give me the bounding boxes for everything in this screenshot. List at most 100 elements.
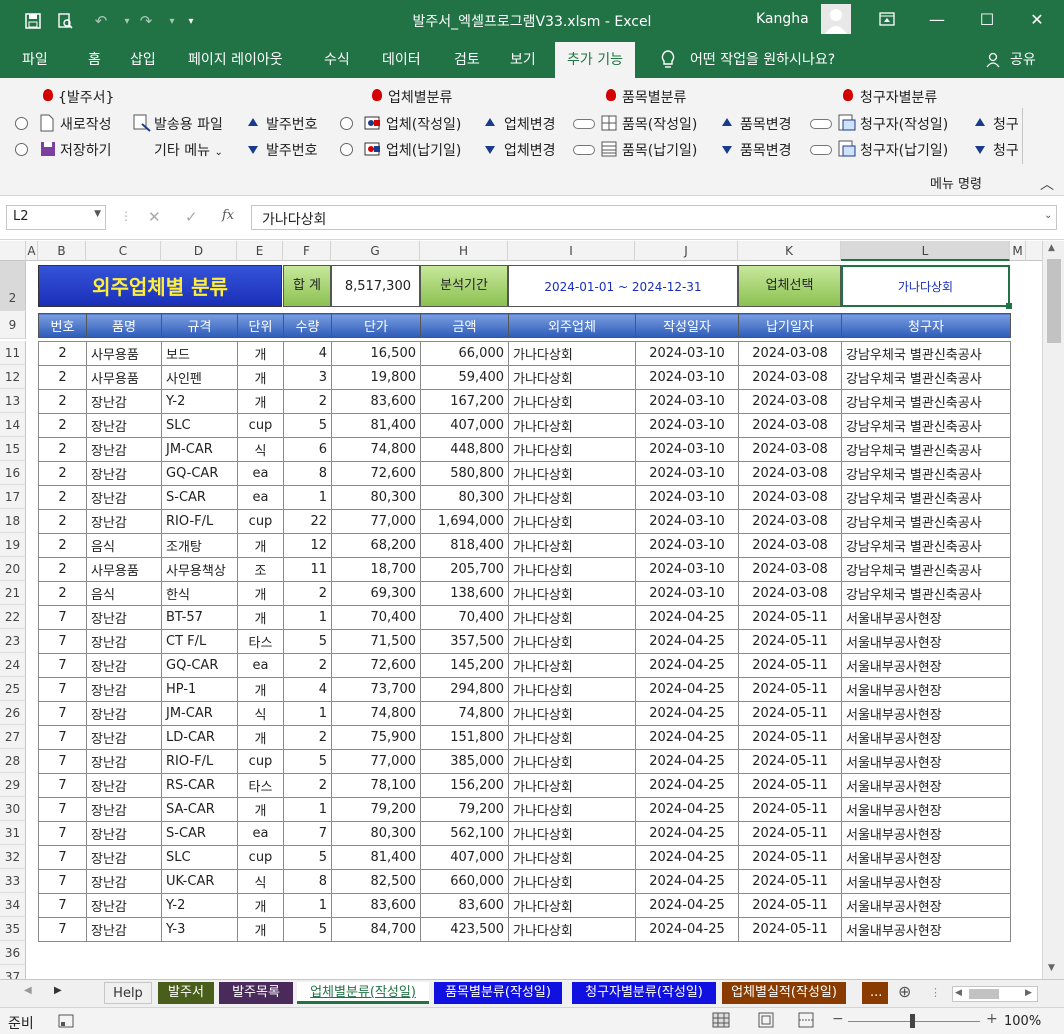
col-price[interactable]: 75,900 [331, 725, 421, 750]
col-qty[interactable]: 1 [283, 701, 332, 726]
col-qty[interactable]: 1 [283, 797, 332, 822]
col-no[interactable]: 2 [38, 437, 87, 462]
col-spec[interactable]: GQ-CAR [161, 653, 238, 678]
col-price[interactable]: 79,200 [331, 797, 421, 822]
col-requester[interactable]: 서울내부공사현장 [841, 869, 1011, 894]
col-qty[interactable]: 2 [283, 773, 332, 798]
col-amount[interactable]: 1,694,000 [420, 509, 509, 534]
col-item-name[interactable]: 음식 [86, 533, 162, 558]
col-unit[interactable]: 개 [237, 677, 284, 702]
tab-home[interactable]: 홈 [84, 42, 105, 78]
vendor-change-desc-button[interactable]: 업체변경 [504, 140, 556, 160]
order-no-asc-button[interactable]: 발주번호 [266, 114, 318, 134]
col-requester[interactable]: 서울내부공사현장 [841, 749, 1011, 774]
radio-vendor-due[interactable] [340, 143, 353, 156]
col-written-date[interactable]: 2024-03-10 [635, 509, 739, 534]
col-requester[interactable]: 서울내부공사현장 [841, 725, 1011, 750]
col-price[interactable]: 77,000 [331, 509, 421, 534]
col-requester[interactable]: 서울내부공사현장 [841, 821, 1011, 846]
col-unit[interactable]: 개 [237, 725, 284, 750]
col-written-date[interactable]: 2024-04-25 [635, 725, 739, 750]
col-item-name[interactable]: 장난감 [86, 797, 162, 822]
col-unit[interactable]: 조 [237, 557, 284, 582]
col-unit[interactable]: 식 [237, 701, 284, 726]
select-all-corner[interactable] [0, 241, 26, 261]
col-vendor[interactable]: 가나다상회 [508, 869, 636, 894]
col-due-date[interactable]: 2024-05-11 [738, 677, 842, 702]
col-item-name[interactable]: 장난감 [86, 821, 162, 846]
col-amount[interactable]: 66,000 [420, 341, 509, 366]
col-price[interactable]: 70,400 [331, 605, 421, 630]
col-qty[interactable]: 1 [283, 485, 332, 510]
col-qty[interactable]: 1 [283, 893, 332, 918]
col-qty[interactable]: 7 [283, 821, 332, 846]
col-item-name[interactable]: 장난감 [86, 893, 162, 918]
col-qty[interactable]: 5 [283, 749, 332, 774]
vendor-write-button[interactable]: 업체(작성일) [386, 114, 461, 134]
col-written-date[interactable]: 2024-03-10 [635, 485, 739, 510]
scroll-down-icon[interactable]: ▼ [1048, 963, 1055, 973]
macro-record-icon[interactable] [58, 1013, 74, 1033]
col-price[interactable]: 81,400 [331, 845, 421, 870]
row-header[interactable]: 29 [0, 773, 26, 797]
col-item-name[interactable]: 장난감 [86, 629, 162, 654]
col-requester[interactable]: 강남우체국 별관신축공사 [841, 389, 1011, 414]
col-vendor[interactable]: 가나다상회 [508, 749, 636, 774]
col-requester[interactable]: 강남우체국 별관신축공사 [841, 365, 1011, 390]
vendor-due-button[interactable]: 업체(납기일) [386, 140, 461, 160]
page-break-view-icon[interactable] [798, 1012, 814, 1032]
col-qty[interactable]: 1 [283, 605, 332, 630]
vertical-scrollbar[interactable]: ▲ ▼ [1042, 241, 1064, 979]
col-vendor[interactable]: 가나다상회 [508, 653, 636, 678]
col-written-date[interactable]: 2024-03-10 [635, 557, 739, 582]
col-no[interactable]: 7 [38, 773, 87, 798]
col-written-date[interactable]: 2024-03-10 [635, 533, 739, 558]
col-item-name[interactable]: 음식 [86, 581, 162, 606]
tell-me-search[interactable]: 어떤 작업을 원하시나요? [686, 42, 839, 78]
col-written-date[interactable]: 2024-04-25 [635, 845, 739, 870]
col-due-date[interactable]: 2024-03-08 [738, 509, 842, 534]
col-due-date[interactable]: 2024-03-08 [738, 533, 842, 558]
col-unit[interactable]: cup [237, 413, 284, 438]
tab-view[interactable]: 보기 [506, 42, 540, 78]
col-vendor[interactable]: 가나다상회 [508, 485, 636, 510]
col-vendor[interactable]: 가나다상회 [508, 677, 636, 702]
scroll-up-icon[interactable]: ▲ [1048, 243, 1055, 253]
row-header[interactable]: 22 [0, 605, 26, 629]
col-no[interactable]: 7 [38, 749, 87, 774]
row-header[interactable]: 2 [0, 261, 26, 311]
col-spec[interactable]: 사무용책상 [161, 557, 238, 582]
column-header-selected[interactable]: L [841, 241, 1010, 261]
col-written-date[interactable]: 2024-03-10 [635, 413, 739, 438]
col-requester[interactable]: 서울내부공사현장 [841, 917, 1011, 942]
zoom-out-icon[interactable]: − [832, 1011, 844, 1027]
col-item-name[interactable]: 장난감 [86, 605, 162, 630]
col-qty[interactable]: 2 [283, 581, 332, 606]
col-amount[interactable]: 423,500 [420, 917, 509, 942]
sheet-tab[interactable]: Help [104, 982, 152, 1004]
drag-handle-icon[interactable]: ⋮ [120, 209, 132, 223]
col-due-date[interactable]: 2024-03-08 [738, 389, 842, 414]
col-vendor[interactable]: 가나다상회 [508, 389, 636, 414]
col-item-name[interactable]: 사무용품 [86, 365, 162, 390]
col-due-date[interactable]: 2024-05-11 [738, 869, 842, 894]
col-amount[interactable]: 167,200 [420, 389, 509, 414]
col-written-date[interactable]: 2024-04-25 [635, 749, 739, 774]
column-header[interactable]: G [331, 241, 420, 261]
col-vendor[interactable]: 가나다상회 [508, 341, 636, 366]
toggle-item-write[interactable] [573, 119, 595, 129]
col-no[interactable]: 7 [38, 701, 87, 726]
col-due-date[interactable]: 2024-05-11 [738, 653, 842, 678]
requester-sort-asc-button[interactable]: 청구 [993, 114, 1021, 134]
col-amount[interactable]: 83,600 [420, 893, 509, 918]
col-due-date[interactable]: 2024-03-08 [738, 365, 842, 390]
col-due-date[interactable]: 2024-03-08 [738, 341, 842, 366]
col-amount[interactable]: 448,800 [420, 437, 509, 462]
enter-check-icon[interactable]: ✓ [185, 208, 198, 226]
tab-insert[interactable]: 삽입 [126, 42, 160, 78]
col-qty[interactable]: 5 [283, 845, 332, 870]
sheet-tab[interactable]: 품목별분류(작성일) [434, 982, 562, 1004]
col-written-date[interactable]: 2024-03-10 [635, 341, 739, 366]
col-price[interactable]: 18,700 [331, 557, 421, 582]
col-written-date[interactable]: 2024-03-10 [635, 581, 739, 606]
